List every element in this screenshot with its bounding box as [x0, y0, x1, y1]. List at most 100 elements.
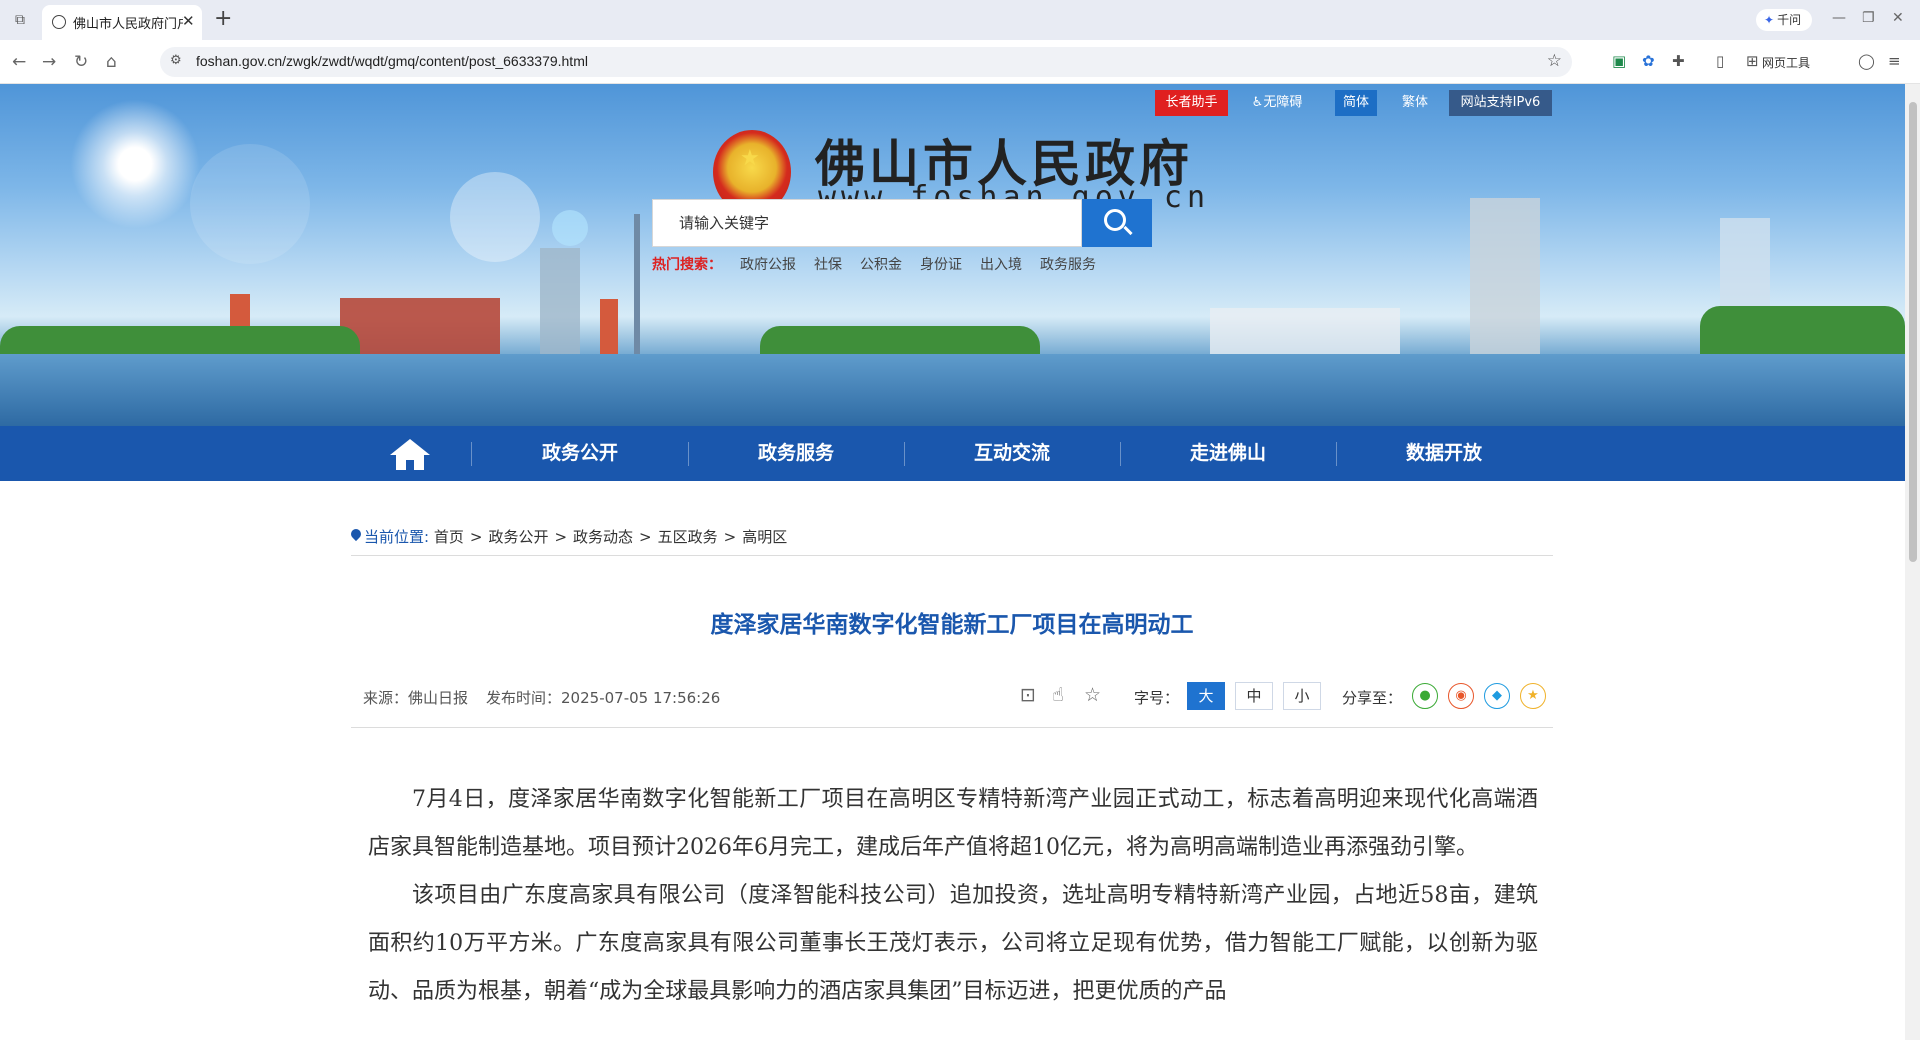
breadcrumb-separator: >: [723, 528, 737, 546]
search-icon-handle: [1123, 225, 1133, 236]
nav-item-gov-affairs[interactable]: 政务公开: [472, 426, 688, 481]
like-icon[interactable]: ☝: [1052, 684, 1064, 706]
home-icon[interactable]: ⌂: [106, 52, 117, 72]
breadcrumb-item[interactable]: 首页: [434, 528, 464, 546]
home-door: [406, 460, 414, 470]
hot-keyword[interactable]: 公积金: [860, 257, 902, 273]
favorite-star-icon[interactable]: ☆: [1084, 684, 1101, 706]
page-viewport: 长者助手 ♿无障碍 简体 繁体 网站支持IPv6 ★ 佛山市人民政府 www.f…: [0, 84, 1905, 1040]
banner-flare: [190, 144, 310, 264]
main-nav: 政务公开 政务服务 互动交流 走进佛山 数据开放: [0, 426, 1905, 481]
share-wechat-icon[interactable]: ●: [1412, 683, 1438, 709]
breadcrumb-item[interactable]: 高明区: [742, 528, 787, 546]
banner-ancestral-temple: [340, 298, 500, 358]
banner-building: [1470, 198, 1540, 358]
address-bar: ← → ↻ ⌂ ⚙ foshan.gov.cn/zwgk/zwdt/wqdt/g…: [0, 40, 1920, 84]
tab-search-icon[interactable]: ⧉: [10, 10, 30, 30]
ipv6-badge: 网站支持IPv6: [1449, 90, 1552, 116]
nav-item-open-data[interactable]: 数据开放: [1336, 426, 1552, 481]
hot-keyword[interactable]: 身份证: [920, 257, 962, 273]
breadcrumb-label: 当前位置:: [364, 528, 430, 546]
breadcrumb-item[interactable]: 政务公开: [488, 528, 548, 546]
account-icon[interactable]: ◯: [1858, 52, 1875, 70]
site-favicon-icon: [52, 15, 66, 29]
font-size-label: 字号：: [1134, 689, 1180, 707]
extension-green-icon[interactable]: ▣: [1612, 52, 1626, 70]
search-input[interactable]: [653, 200, 1081, 246]
article-paragraph: 7月4日，度泽家居华南数字化智能新工厂项目在高明区专精特新湾产业园正式动工，标志…: [368, 787, 1538, 860]
share-weibo-icon[interactable]: ◉: [1448, 683, 1474, 709]
nav-item-interaction[interactable]: 互动交流: [904, 426, 1120, 481]
article-title: 度泽家居华南数字化智能新工厂项目在高明动工: [710, 612, 1194, 638]
site-info-icon[interactable]: ⚙: [170, 53, 182, 68]
search-box: [652, 199, 1082, 247]
accessibility-icon: ♿: [1251, 95, 1264, 110]
browser-tab-bar: ⧉ 佛山市人民政府门户网站 ✕ + ✦千问 — ❐ ✕: [0, 0, 1920, 40]
header-banner: 长者助手 ♿无障碍 简体 繁体 网站支持IPv6 ★ 佛山市人民政府 www.f…: [0, 84, 1905, 426]
banner-flare: [552, 210, 588, 246]
tab-title: 佛山市人民政府门户网站: [73, 17, 183, 32]
hot-keyword[interactable]: 政务服务: [1040, 257, 1096, 273]
search-button[interactable]: [1082, 199, 1152, 247]
minimize-icon[interactable]: —: [1832, 10, 1846, 26]
location-pin-icon: [351, 529, 361, 543]
article-publish-time: 发布时间：2025-07-05 17:56:26: [486, 689, 721, 707]
banner-stadium: [1210, 308, 1400, 358]
bookmark-star-icon[interactable]: ☆: [1547, 51, 1562, 71]
accessibility-label: 无障碍: [1263, 95, 1303, 110]
home-roof: [390, 439, 430, 455]
accessibility-button[interactable]: ♿无障碍: [1241, 90, 1313, 116]
nav-home-icon[interactable]: [390, 439, 430, 471]
banner-flare: [450, 172, 540, 262]
scrollbar-thumb[interactable]: [1909, 102, 1917, 562]
web-tools-icon[interactable]: ⊞: [1746, 52, 1759, 70]
page-scrollbar[interactable]: [1905, 84, 1920, 1040]
article-paragraph: 该项目由广东度高家具有限公司（度泽智能科技公司）追加投资，选址高明专精特新湾产业…: [368, 883, 1538, 1004]
hot-keyword[interactable]: 社保: [814, 257, 842, 273]
emblem-star-icon: ★: [740, 146, 760, 171]
menu-icon[interactable]: ≡: [1888, 52, 1901, 70]
breadcrumb: 当前位置: 首页 > 政务公开 > 政务动态 > 五区政务 > 高明区: [351, 526, 787, 547]
extensions-icon[interactable]: ✚: [1672, 52, 1685, 70]
reading-list-icon[interactable]: ▯: [1716, 52, 1724, 70]
web-tools-label[interactable]: 网页工具: [1762, 54, 1810, 71]
url-field[interactable]: ⚙ foshan.gov.cn/zwgk/zwdt/wqdt/gmq/conte…: [160, 47, 1572, 77]
traditional-chinese-button[interactable]: 繁体: [1394, 90, 1436, 116]
share-qq-icon[interactable]: ◆: [1484, 683, 1510, 709]
breadcrumb-item[interactable]: 五区政务: [658, 528, 718, 546]
font-size-small-button[interactable]: 小: [1283, 682, 1321, 710]
font-size-large-button[interactable]: 大: [1187, 682, 1225, 710]
hot-search: 热门搜索： 政府公报 社保 公积金 身份证 出入境 政务服务: [652, 254, 1114, 274]
tab-close-icon[interactable]: ✕: [182, 12, 195, 30]
nav-item-about-foshan[interactable]: 走进佛山: [1120, 426, 1336, 481]
hot-keyword[interactable]: 政府公报: [740, 257, 796, 273]
back-icon[interactable]: ←: [12, 52, 26, 72]
breadcrumb-separator: >: [554, 528, 568, 546]
banner-river: [0, 354, 1905, 426]
extension-blue-icon[interactable]: ✿: [1642, 52, 1655, 70]
browser-tab-active[interactable]: 佛山市人民政府门户网站 ✕: [42, 5, 202, 40]
breadcrumb-separator: >: [639, 528, 652, 546]
meta-divider: [351, 727, 1553, 728]
article-meta: 来源：佛山日报 发布时间：2025-07-05 17:56:26: [363, 687, 720, 708]
article-body: 7月4日，度泽家居华南数字化智能新工厂项目在高明区专精特新湾产业园正式动工，标志…: [368, 776, 1538, 1016]
nav-item-gov-services[interactable]: 政务服务: [688, 426, 904, 481]
hot-keyword[interactable]: 出入境: [980, 257, 1022, 273]
font-size-medium-button[interactable]: 中: [1235, 682, 1273, 710]
reload-icon[interactable]: ↻: [74, 52, 88, 72]
simplified-chinese-button[interactable]: 简体: [1335, 90, 1377, 116]
breadcrumb-divider: [351, 555, 1553, 556]
share-qzone-icon[interactable]: ★: [1520, 683, 1546, 709]
banner-sun: [70, 99, 200, 229]
new-tab-button[interactable]: +: [214, 6, 232, 31]
forward-icon[interactable]: →: [42, 52, 56, 72]
restore-icon[interactable]: ❐: [1862, 10, 1875, 26]
window-close-icon[interactable]: ✕: [1892, 10, 1904, 26]
bookmark-icon[interactable]: ⊡: [1020, 684, 1036, 706]
breadcrumb-separator: >: [469, 528, 483, 546]
qianwen-button[interactable]: ✦ 千问: [1756, 9, 1812, 31]
banner-tv-tower: [634, 214, 640, 364]
breadcrumb-item[interactable]: 政务动态: [573, 528, 633, 546]
elder-assistant-button[interactable]: 长者助手: [1155, 90, 1228, 116]
url-text[interactable]: foshan.gov.cn/zwgk/zwdt/wqdt/gmq/content…: [196, 53, 588, 69]
